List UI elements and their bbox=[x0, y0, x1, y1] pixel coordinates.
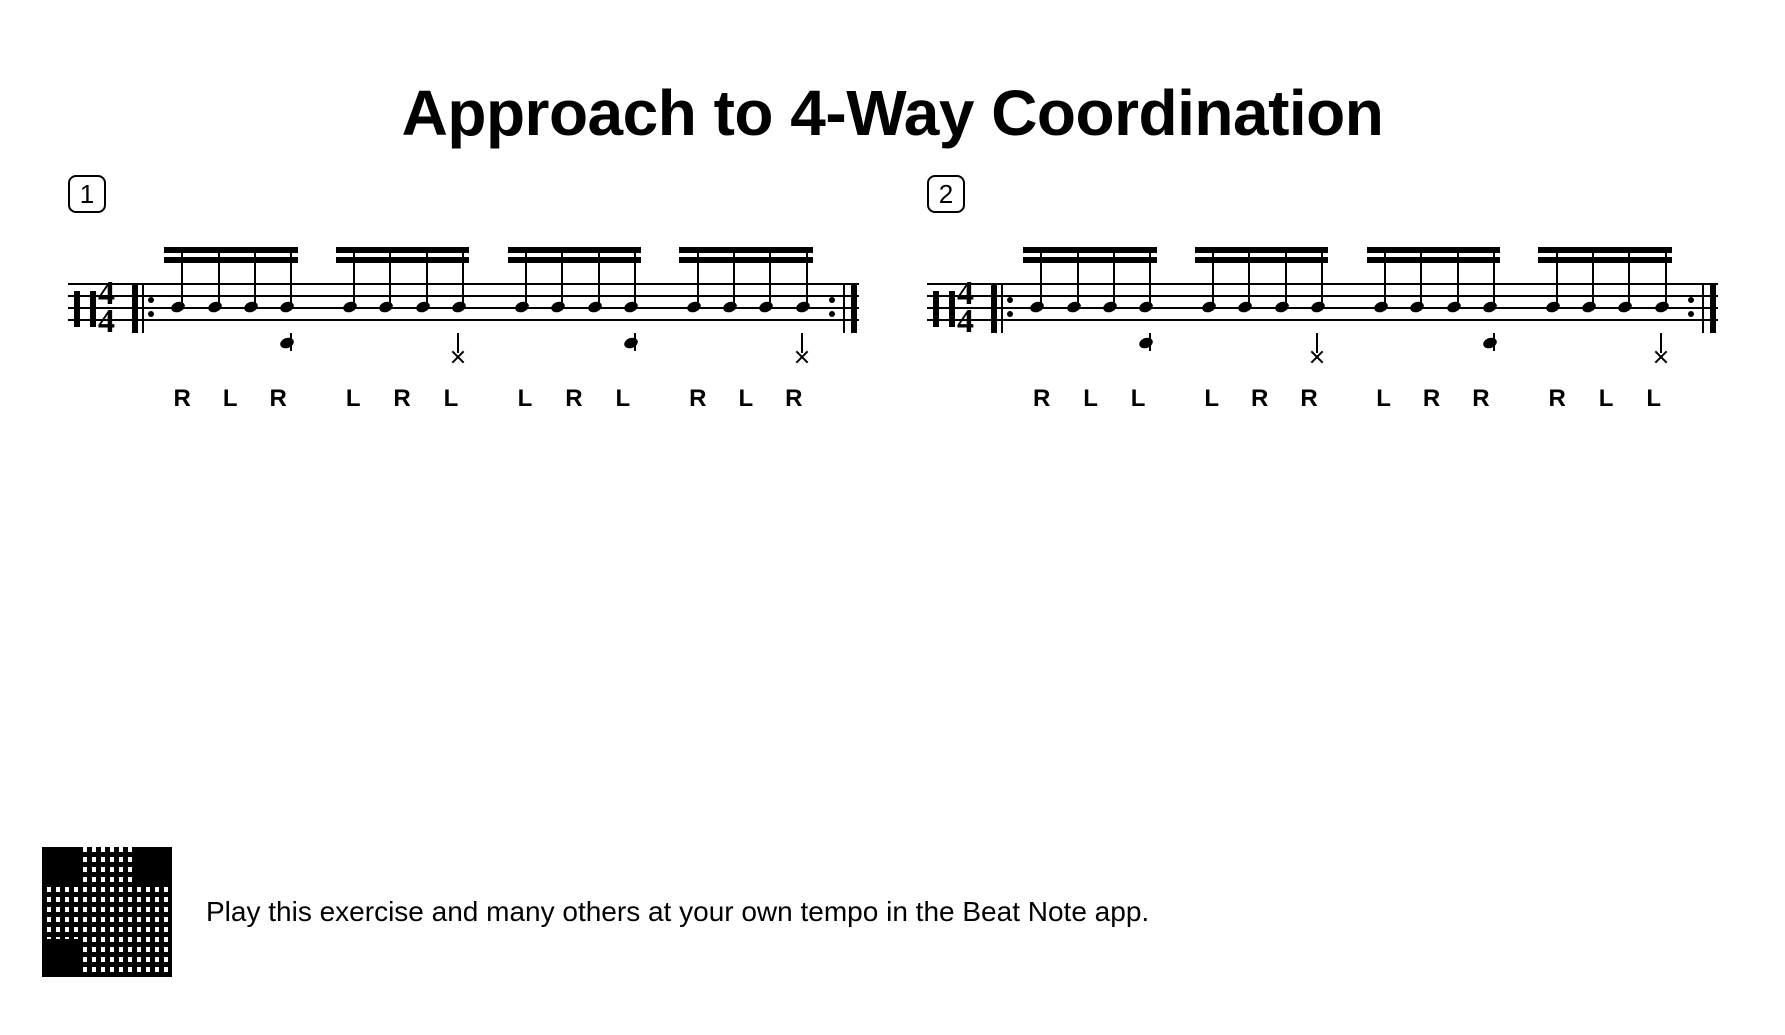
sticking: L bbox=[1131, 385, 1147, 415]
barline-start-thin bbox=[1001, 283, 1003, 333]
barline-end-thin bbox=[1702, 283, 1704, 333]
sticking: L bbox=[1646, 385, 1662, 415]
note bbox=[276, 237, 294, 377]
note-group bbox=[502, 237, 647, 377]
sticking-row: R L L L R R L R R R bbox=[1017, 385, 1678, 415]
sticking: L bbox=[518, 385, 534, 415]
footer-text: Play this exercise and many others at yo… bbox=[206, 896, 1149, 928]
exercise-2: 2 4 4 bbox=[927, 175, 1718, 377]
note-group bbox=[158, 237, 303, 377]
sticking: R bbox=[174, 385, 192, 415]
note bbox=[412, 237, 430, 377]
sticking: R bbox=[1423, 385, 1441, 415]
sticking: R bbox=[785, 385, 803, 415]
note bbox=[620, 237, 638, 377]
note bbox=[755, 237, 773, 377]
note bbox=[339, 237, 357, 377]
sticking: R bbox=[393, 385, 411, 415]
beat bbox=[158, 237, 303, 377]
sticking: L bbox=[223, 385, 239, 415]
sticking: R bbox=[1033, 385, 1051, 415]
beat bbox=[1017, 237, 1162, 377]
timesig-bottom: 4 bbox=[98, 308, 113, 336]
staff-2: 4 4 bbox=[927, 237, 1718, 377]
sticking: L bbox=[346, 385, 362, 415]
timesig-bottom: 4 bbox=[957, 308, 972, 336]
repeat-dots-start bbox=[1007, 297, 1013, 317]
repeat-dots-end bbox=[829, 297, 835, 317]
note bbox=[683, 237, 701, 377]
sticking-group: R L R bbox=[674, 385, 819, 415]
footer: Play this exercise and many others at yo… bbox=[42, 847, 1149, 977]
sticking: L bbox=[1376, 385, 1392, 415]
exercise-number-badge: 2 bbox=[927, 175, 965, 213]
beats-container bbox=[1017, 237, 1678, 377]
note bbox=[792, 237, 810, 377]
sticking: L bbox=[616, 385, 632, 415]
beat bbox=[1533, 237, 1678, 377]
beat bbox=[1361, 237, 1506, 377]
staff-1: 4 4 bbox=[68, 237, 859, 377]
sticking-group: R L R bbox=[158, 385, 303, 415]
note bbox=[448, 237, 466, 377]
sticking: L bbox=[738, 385, 754, 415]
percussion-clef-icon bbox=[74, 291, 96, 327]
repeat-dots-start bbox=[148, 297, 154, 317]
beat bbox=[674, 237, 819, 377]
barline-start-thin bbox=[142, 283, 144, 333]
sticking: R bbox=[565, 385, 583, 415]
note bbox=[204, 237, 222, 377]
note-group bbox=[674, 237, 819, 377]
sticking-row: R L R L R L L R L R bbox=[158, 385, 819, 415]
exercises-row: 1 4 4 bbox=[68, 175, 1718, 377]
note-group bbox=[330, 237, 475, 377]
sticking-group: L R L bbox=[502, 385, 647, 415]
note bbox=[240, 237, 258, 377]
page-root: Approach to 4-Way Coordination 1 4 4 bbox=[0, 0, 1785, 1035]
barline-start-thick bbox=[132, 283, 138, 333]
sticking: L bbox=[1599, 385, 1615, 415]
sticking: R bbox=[689, 385, 707, 415]
note bbox=[584, 237, 602, 377]
repeat-dots-end bbox=[1688, 297, 1694, 317]
note bbox=[511, 237, 529, 377]
sticking: L bbox=[1204, 385, 1220, 415]
sticking: R bbox=[270, 385, 288, 415]
barline-end-thick bbox=[851, 283, 857, 333]
barline-end-thin bbox=[843, 283, 845, 333]
clef-block: 4 4 bbox=[927, 283, 991, 333]
sticking: L bbox=[1083, 385, 1099, 415]
percussion-clef-icon bbox=[933, 291, 955, 327]
barline-end-thick bbox=[1710, 283, 1716, 333]
exercise-number-badge: 1 bbox=[68, 175, 106, 213]
beat bbox=[330, 237, 475, 377]
sticking: R bbox=[1251, 385, 1269, 415]
note bbox=[167, 237, 185, 377]
sticking: R bbox=[1300, 385, 1318, 415]
note bbox=[547, 237, 565, 377]
beats-container bbox=[158, 237, 819, 377]
note bbox=[375, 237, 393, 377]
beat bbox=[502, 237, 647, 377]
qr-code-icon bbox=[42, 847, 172, 977]
clef-block: 4 4 bbox=[68, 283, 132, 333]
sticking-group: L R L bbox=[330, 385, 475, 415]
page-title: Approach to 4-Way Coordination bbox=[0, 76, 1785, 150]
sticking: R bbox=[1549, 385, 1567, 415]
beat bbox=[1189, 237, 1334, 377]
sticking: L bbox=[444, 385, 460, 415]
note bbox=[719, 237, 737, 377]
time-signature: 4 4 bbox=[957, 280, 972, 336]
time-signature: 4 4 bbox=[98, 280, 113, 336]
exercise-1: 1 4 4 bbox=[68, 175, 859, 377]
barline-start-thick bbox=[991, 283, 997, 333]
sticking: R bbox=[1472, 385, 1490, 415]
